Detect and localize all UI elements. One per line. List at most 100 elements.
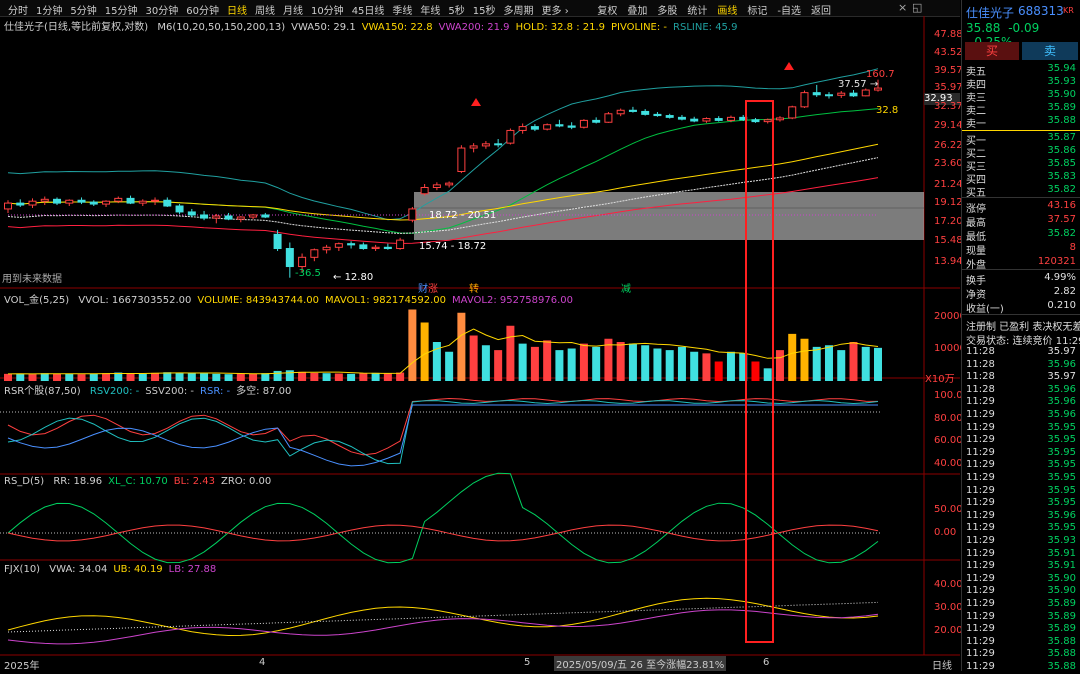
- tick-row: 11:29 35.95: [966, 522, 1078, 535]
- tool-6[interactable]: -自选: [772, 2, 806, 17]
- period-toolbar: 分时 1分钟 5分钟 15分钟 30分钟 60分钟 日线 周线 月线 10分钟 45日线 季线 年线 5秒…: [0, 0, 960, 17]
- period-tab-2[interactable]: 5分钟: [66, 2, 100, 17]
- rsr-panel-legend: RSR个股(87,50) RSV200: - SSV200: - RSR: - 多空:…: [4, 382, 291, 397]
- volume-bar: [285, 370, 294, 381]
- stock-code: 688313: [1018, 4, 1064, 18]
- tick-row: 11:29 35.89: [966, 611, 1078, 624]
- period-tab-8[interactable]: 月线: [279, 2, 307, 17]
- info-divider: [962, 314, 1080, 315]
- tool-2[interactable]: 多股: [652, 2, 682, 17]
- period-tab-5[interactable]: 60分钟: [182, 2, 223, 17]
- candle: [579, 119, 588, 129]
- ask-row[interactable]: 卖四 35.93: [966, 76, 1078, 91]
- ask-row[interactable]: 卖三 35.90: [966, 89, 1078, 104]
- hold-label: 32.8: [876, 105, 899, 116]
- tool-3[interactable]: 统计: [682, 2, 712, 17]
- price-tick-1: 43.52: [934, 47, 963, 58]
- vol-value-1: VOLUME: 843943744.00: [197, 295, 319, 306]
- bid-row[interactable]: 买一 35.87: [966, 132, 1078, 147]
- period-tab-7[interactable]: 周线: [251, 2, 279, 17]
- tick-row: 11:29 35.96: [966, 409, 1078, 422]
- ask-price: 35.90: [1047, 89, 1076, 100]
- indicator-3: VWA200: 21.9: [438, 22, 510, 33]
- volume-bar: [16, 373, 25, 381]
- stat2-label: 换手: [966, 276, 986, 287]
- ask-row[interactable]: 卖五 35.94: [966, 63, 1078, 78]
- stock-tags: 注册制 已盈利 表决权无差: [966, 322, 1080, 333]
- period-tab-0[interactable]: 分时: [4, 2, 32, 17]
- restore-icon[interactable]: ◱: [912, 1, 922, 14]
- bid-row[interactable]: 买五 35.82: [966, 184, 1078, 199]
- tick-time: 11:29: [966, 459, 995, 471]
- indicator-4: HOLD: 32.8 : 21.9: [515, 22, 606, 33]
- volume-bar: [187, 373, 196, 381]
- bid-row[interactable]: 买四 35.83: [966, 171, 1078, 186]
- sell-button[interactable]: 卖: [1022, 42, 1078, 60]
- candle: [665, 113, 674, 119]
- ask-row[interactable]: 卖二 35.89: [966, 102, 1078, 117]
- time-axis-status: 2025/05/09/五 26 至今涨幅23.81%: [554, 656, 727, 671]
- stats2-divider: [962, 269, 1080, 270]
- event-tag-convert[interactable]: 转: [469, 280, 479, 295]
- stat2-row: 收益(一) 0.210: [966, 300, 1078, 315]
- period-tab-12[interactable]: 年线: [416, 2, 444, 17]
- tick-time: 11:29: [966, 509, 995, 521]
- bid-price: 35.85: [1047, 158, 1076, 169]
- period-tab-11[interactable]: 季线: [388, 2, 416, 17]
- volume-bar: [690, 351, 699, 381]
- tool-1[interactable]: 叠加: [622, 2, 652, 17]
- bid-row[interactable]: 买三 35.85: [966, 158, 1078, 173]
- period-tab-15[interactable]: 多周期: [500, 2, 538, 17]
- candle: [506, 128, 515, 145]
- candle: [322, 244, 331, 254]
- volume-bar: [849, 342, 858, 381]
- period-tab-3[interactable]: 15分钟: [101, 2, 142, 17]
- fjx-panel-legend: FJX(10) VWA: 34.04 UB: 40.19 LB: 27.88: [4, 564, 216, 575]
- volume-bar: [347, 373, 356, 381]
- ask-row[interactable]: 卖一 35.88: [966, 115, 1078, 130]
- rsd-value-3: ZRO: 0.00: [220, 476, 272, 487]
- candle: [751, 117, 760, 123]
- period-tab-10[interactable]: 45日线: [348, 2, 389, 17]
- volume-unit: X10万: [925, 374, 955, 385]
- volume-bar: [751, 361, 760, 381]
- rsd-tick-1: 0.00: [934, 527, 957, 538]
- bid-row[interactable]: 买二 35.86: [966, 145, 1078, 160]
- tick-time: 11:29: [966, 446, 995, 458]
- period-tab-1[interactable]: 1分钟: [32, 2, 66, 17]
- period-tab-4[interactable]: 30分钟: [141, 2, 182, 17]
- period-tab-9[interactable]: 10分钟: [307, 2, 348, 17]
- tick-time: 11:29: [966, 497, 995, 509]
- candle: [824, 92, 833, 99]
- volume-bar: [775, 350, 784, 381]
- market-badge: KR: [1063, 6, 1074, 15]
- volume-bar: [677, 346, 686, 381]
- quote-panel: 仕佳光子 688313 KR 35.88 -0.09 -0.25% 买 卖 卖五…: [961, 0, 1080, 672]
- tool-7[interactable]: 返回: [806, 2, 836, 17]
- period-tab-13[interactable]: 5秒: [444, 2, 468, 17]
- volume-bar: [102, 373, 111, 381]
- tool-5[interactable]: 标记: [742, 2, 772, 17]
- buy-button[interactable]: 买: [965, 42, 1019, 60]
- volume-bar: [28, 374, 37, 381]
- candle: [469, 143, 478, 153]
- volume-bar: [322, 373, 331, 381]
- candle: [334, 242, 343, 251]
- tool-0[interactable]: 复权: [592, 2, 622, 17]
- future-data-note: 用到未来数据: [2, 274, 62, 285]
- candle: [677, 114, 686, 121]
- vol-value-2: MAVOL1: 982174592.00: [325, 295, 447, 306]
- period-tab-14[interactable]: 15秒: [469, 2, 500, 17]
- price-tick-9: 19.12: [934, 197, 963, 208]
- low-price-value: 12.80: [344, 272, 374, 283]
- volume-bar: [592, 346, 601, 381]
- event-tag-reduce[interactable]: 减: [621, 280, 631, 295]
- event-tag-fin[interactable]: 财涨: [418, 280, 438, 295]
- period-mode-label[interactable]: 日线: [932, 657, 952, 672]
- time-axis-month-6: 6: [763, 657, 770, 668]
- period-tab-16[interactable]: 更多 ›: [538, 2, 573, 17]
- close-icon[interactable]: ×: [898, 1, 907, 14]
- tick-price: 35.96: [1047, 358, 1076, 370]
- tool-4[interactable]: 画线: [712, 2, 742, 17]
- period-tab-6[interactable]: 日线: [223, 2, 251, 17]
